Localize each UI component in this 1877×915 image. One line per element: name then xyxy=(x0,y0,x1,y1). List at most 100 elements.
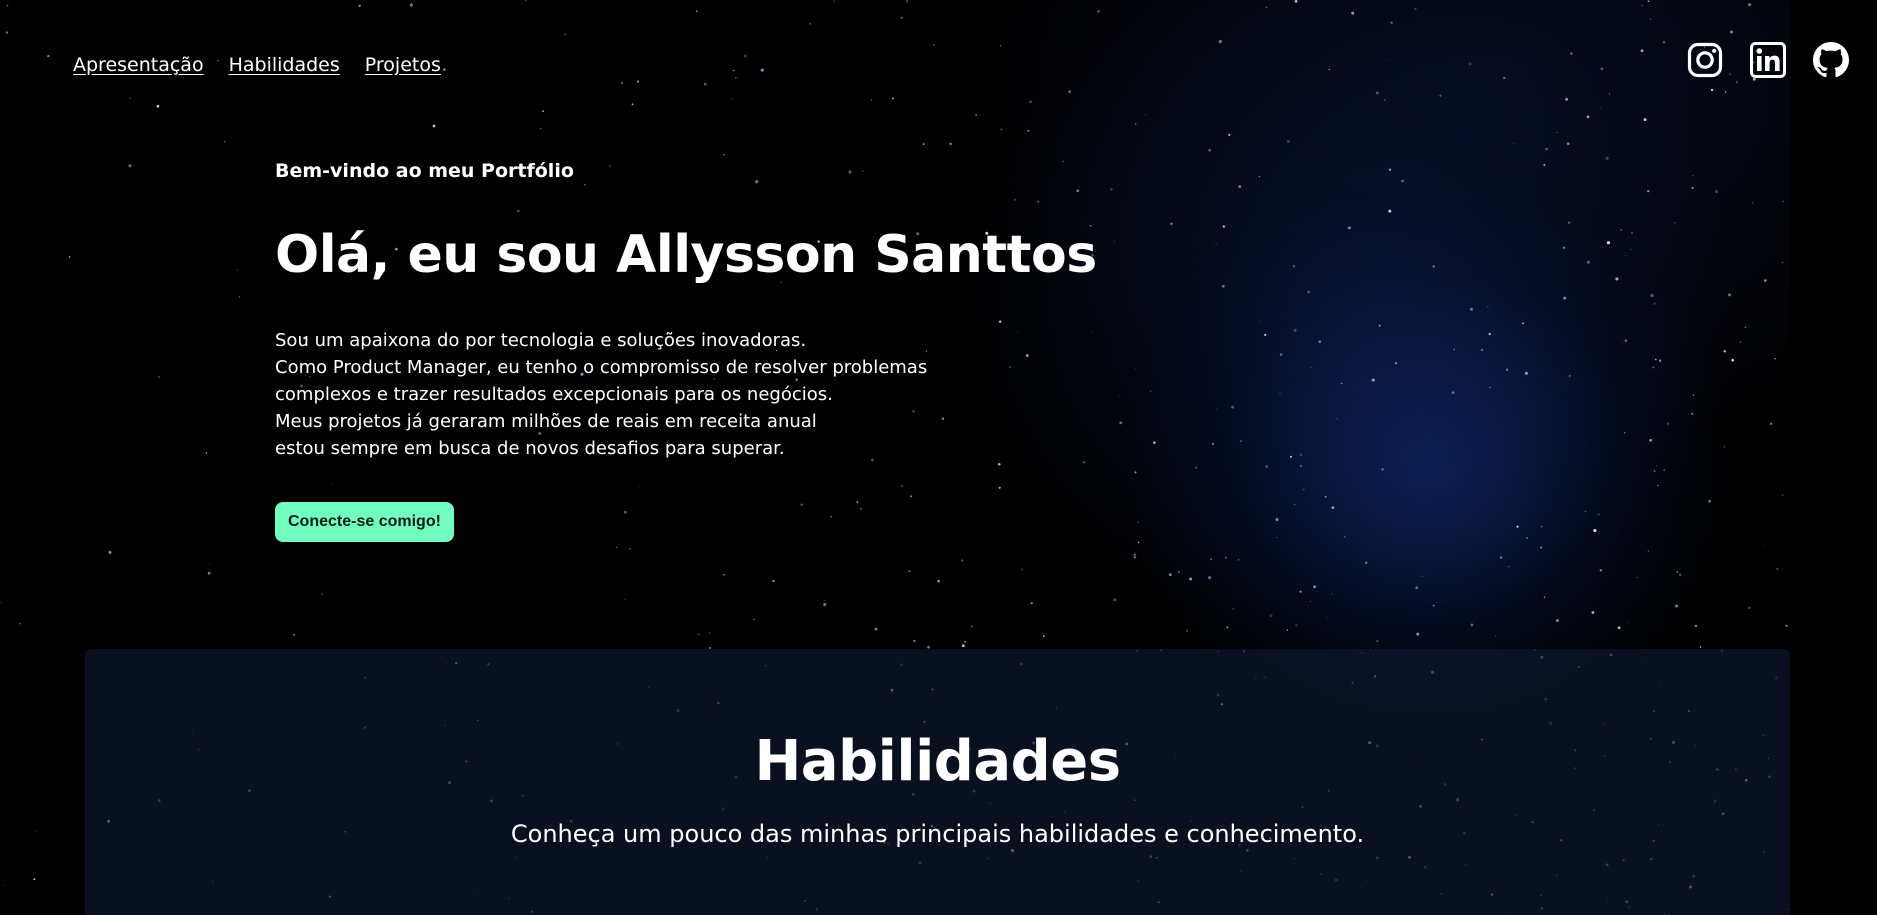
star xyxy=(1119,421,1123,425)
star xyxy=(1563,296,1567,300)
star xyxy=(1640,49,1644,53)
star xyxy=(1415,586,1419,590)
star xyxy=(1624,252,1626,254)
nav-link-apresentacao[interactable]: Apresentação xyxy=(73,54,204,76)
star xyxy=(1388,209,1392,213)
star xyxy=(1378,324,1381,327)
star xyxy=(937,579,940,583)
star xyxy=(542,110,545,113)
star xyxy=(1307,290,1310,294)
star xyxy=(1494,635,1496,637)
star xyxy=(409,3,413,7)
star xyxy=(1295,624,1298,627)
star xyxy=(1676,571,1679,574)
star xyxy=(1508,566,1510,568)
star xyxy=(823,602,827,607)
star xyxy=(922,143,925,146)
hero-headline: Olá, eu sou Allysson Santtos xyxy=(275,225,1097,285)
star xyxy=(1017,331,1019,333)
star xyxy=(744,54,747,58)
star xyxy=(1432,265,1435,268)
star xyxy=(1586,115,1590,119)
star xyxy=(1137,521,1139,524)
star xyxy=(1692,394,1695,396)
star xyxy=(1279,392,1281,395)
star xyxy=(1348,226,1351,230)
hero-section: Bem-vindo ao meu Portfólio Olá, eu sou A… xyxy=(275,160,1097,542)
star xyxy=(723,154,725,156)
star xyxy=(1265,465,1268,468)
star xyxy=(68,256,71,258)
star xyxy=(1238,185,1242,188)
star xyxy=(1731,358,1735,362)
star xyxy=(1331,593,1333,595)
star xyxy=(1293,328,1297,332)
star xyxy=(1451,391,1455,395)
star xyxy=(1566,142,1570,146)
star xyxy=(1326,617,1328,619)
star xyxy=(1615,277,1619,281)
star xyxy=(1299,590,1302,593)
star xyxy=(1097,10,1100,13)
star xyxy=(539,127,542,130)
star xyxy=(1516,525,1519,528)
star xyxy=(1663,469,1666,472)
star xyxy=(1275,518,1279,521)
star xyxy=(1218,40,1222,44)
star xyxy=(1232,607,1235,610)
star xyxy=(1324,495,1327,498)
star xyxy=(1265,6,1268,9)
star xyxy=(205,452,208,454)
star xyxy=(238,296,241,298)
star xyxy=(1453,348,1456,351)
star xyxy=(734,76,737,79)
star xyxy=(1647,189,1650,193)
star xyxy=(1647,0,1650,3)
star xyxy=(1487,306,1489,308)
star xyxy=(1185,629,1189,633)
star xyxy=(236,269,238,271)
nav-link-habilidades[interactable]: Habilidades xyxy=(229,54,340,76)
star xyxy=(1654,358,1657,361)
star xyxy=(1336,418,1338,420)
instagram-icon[interactable] xyxy=(1687,42,1723,78)
star xyxy=(1625,255,1627,257)
star xyxy=(524,0,527,2)
star xyxy=(1751,202,1754,204)
star xyxy=(1177,570,1180,573)
star xyxy=(1785,624,1788,627)
nav-link-projetos[interactable]: Projetos xyxy=(365,54,441,76)
star xyxy=(1623,432,1626,434)
star xyxy=(1647,550,1650,552)
star xyxy=(1714,190,1719,194)
star xyxy=(636,80,640,83)
star xyxy=(207,571,211,575)
star xyxy=(1021,568,1023,571)
connect-button[interactable]: Conecte-se comigo! xyxy=(275,501,454,542)
star xyxy=(36,831,38,833)
github-icon[interactable] xyxy=(1813,42,1849,78)
star xyxy=(1422,575,1424,577)
star xyxy=(1379,35,1381,37)
linkedin-icon[interactable] xyxy=(1750,42,1786,78)
star xyxy=(1620,229,1623,231)
star xyxy=(1013,198,1017,201)
star xyxy=(1545,147,1548,151)
star xyxy=(1678,573,1682,577)
star xyxy=(1692,175,1694,177)
star xyxy=(1663,41,1665,44)
star xyxy=(1299,464,1303,468)
star xyxy=(913,639,916,643)
star xyxy=(1133,553,1137,557)
star xyxy=(1134,471,1137,474)
intro-line: Como Product Manager, eu tenho o comprom… xyxy=(275,356,928,378)
star xyxy=(1606,241,1611,245)
star xyxy=(1137,541,1140,544)
star xyxy=(1597,513,1600,516)
star xyxy=(1503,76,1506,80)
star xyxy=(999,45,1002,47)
star xyxy=(1666,422,1670,426)
star xyxy=(1228,133,1231,137)
star xyxy=(1208,576,1212,580)
star xyxy=(1653,470,1656,472)
